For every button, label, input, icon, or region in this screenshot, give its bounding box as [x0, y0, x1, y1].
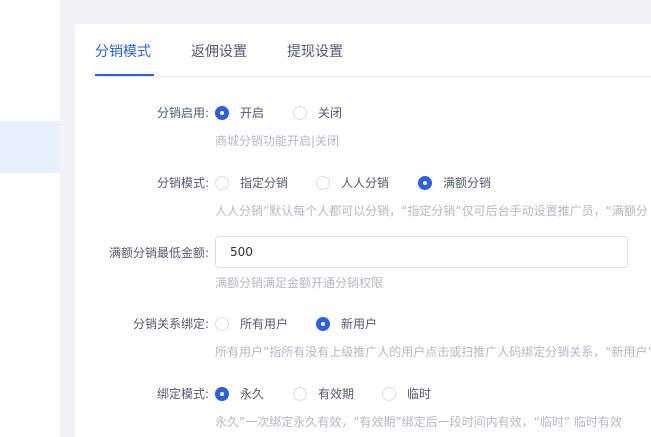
binding-hint: 所有用户”指所有没有上级推广人的用户点击或扫推广人码绑定分销关系，“新用户”指	[215, 345, 651, 359]
binding-label: 分销关系绑定:	[132, 317, 209, 331]
radio-label: 新用户	[341, 317, 378, 331]
min-amount-input[interactable]	[215, 236, 628, 268]
min-amount-label: 满额分销最低金额:	[108, 246, 209, 260]
min-amount-hint: 满额分销满足金额开通分销权限	[215, 276, 384, 290]
left-sidebar	[0, 0, 60, 437]
radio-label: 满额分销	[443, 176, 492, 190]
radio-dot-icon	[316, 175, 330, 190]
radio-dot-icon	[215, 175, 229, 190]
tab-distribution-mode[interactable]: 分销模式	[95, 41, 151, 61]
binding-new-users-radio[interactable]: 新用户	[316, 315, 377, 332]
radio-dot-icon	[215, 105, 229, 120]
radio-dot-icon	[316, 316, 330, 331]
radio-dot-icon	[215, 386, 229, 401]
enable-label: 分销启用:	[156, 106, 209, 120]
bind-mode-permanent-radio[interactable]: 永久	[215, 385, 264, 402]
tab-withdrawal-settings[interactable]: 提现设置	[287, 41, 343, 61]
radio-label: 所有用户	[240, 317, 289, 331]
radio-label: 临时	[407, 387, 432, 401]
mode-designated-radio[interactable]: 指定分销	[215, 174, 288, 191]
tab-bar: 分销模式 返佣设置 提现设置	[95, 24, 651, 77]
mode-label: 分销模式:	[156, 176, 209, 190]
bind-mode-period-radio[interactable]: 有效期	[293, 385, 354, 402]
tab-commission-settings[interactable]: 返佣设置	[191, 41, 247, 61]
mode-hint: 人人分销”默认每个人都可以分销，“指定分销”仅可后台手动设置推广员，“满额分	[215, 204, 648, 218]
radio-dot-icon	[293, 105, 307, 120]
mode-everyone-radio[interactable]: 人人分销	[316, 174, 389, 191]
enable-on-radio[interactable]: 开启	[215, 104, 264, 121]
bind-mode-temporary-radio[interactable]: 临时	[382, 385, 431, 402]
radio-label: 有效期	[318, 387, 355, 401]
bind-mode-label: 绑定模式:	[156, 387, 209, 401]
settings-panel: 分销模式 返佣设置 提现设置 分销启用: 开启 关闭 商城分销功能开启|关闭 分…	[75, 24, 651, 437]
radio-label: 人人分销	[341, 176, 390, 190]
radio-dot-icon	[215, 316, 229, 331]
tab-active-underline	[95, 74, 154, 76]
radio-label: 指定分销	[240, 176, 289, 190]
binding-all-users-radio[interactable]: 所有用户	[215, 315, 288, 332]
radio-label: 开启	[240, 106, 265, 120]
radio-label: 永久	[240, 387, 265, 401]
enable-hint: 商城分销功能开启|关闭	[215, 134, 340, 148]
radio-dot-icon	[293, 386, 307, 401]
sidebar-active-item[interactable]	[0, 121, 60, 173]
radio-label: 关闭	[318, 106, 343, 120]
bind-mode-hint: 永久”一次绑定永久有效，“有效期”绑定后一段时间内有效，“临时” 临时有效	[215, 415, 622, 429]
mode-threshold-radio[interactable]: 满额分销	[418, 174, 491, 191]
radio-dot-icon	[418, 175, 432, 190]
enable-off-radio[interactable]: 关闭	[293, 104, 342, 121]
radio-dot-icon	[382, 386, 396, 401]
